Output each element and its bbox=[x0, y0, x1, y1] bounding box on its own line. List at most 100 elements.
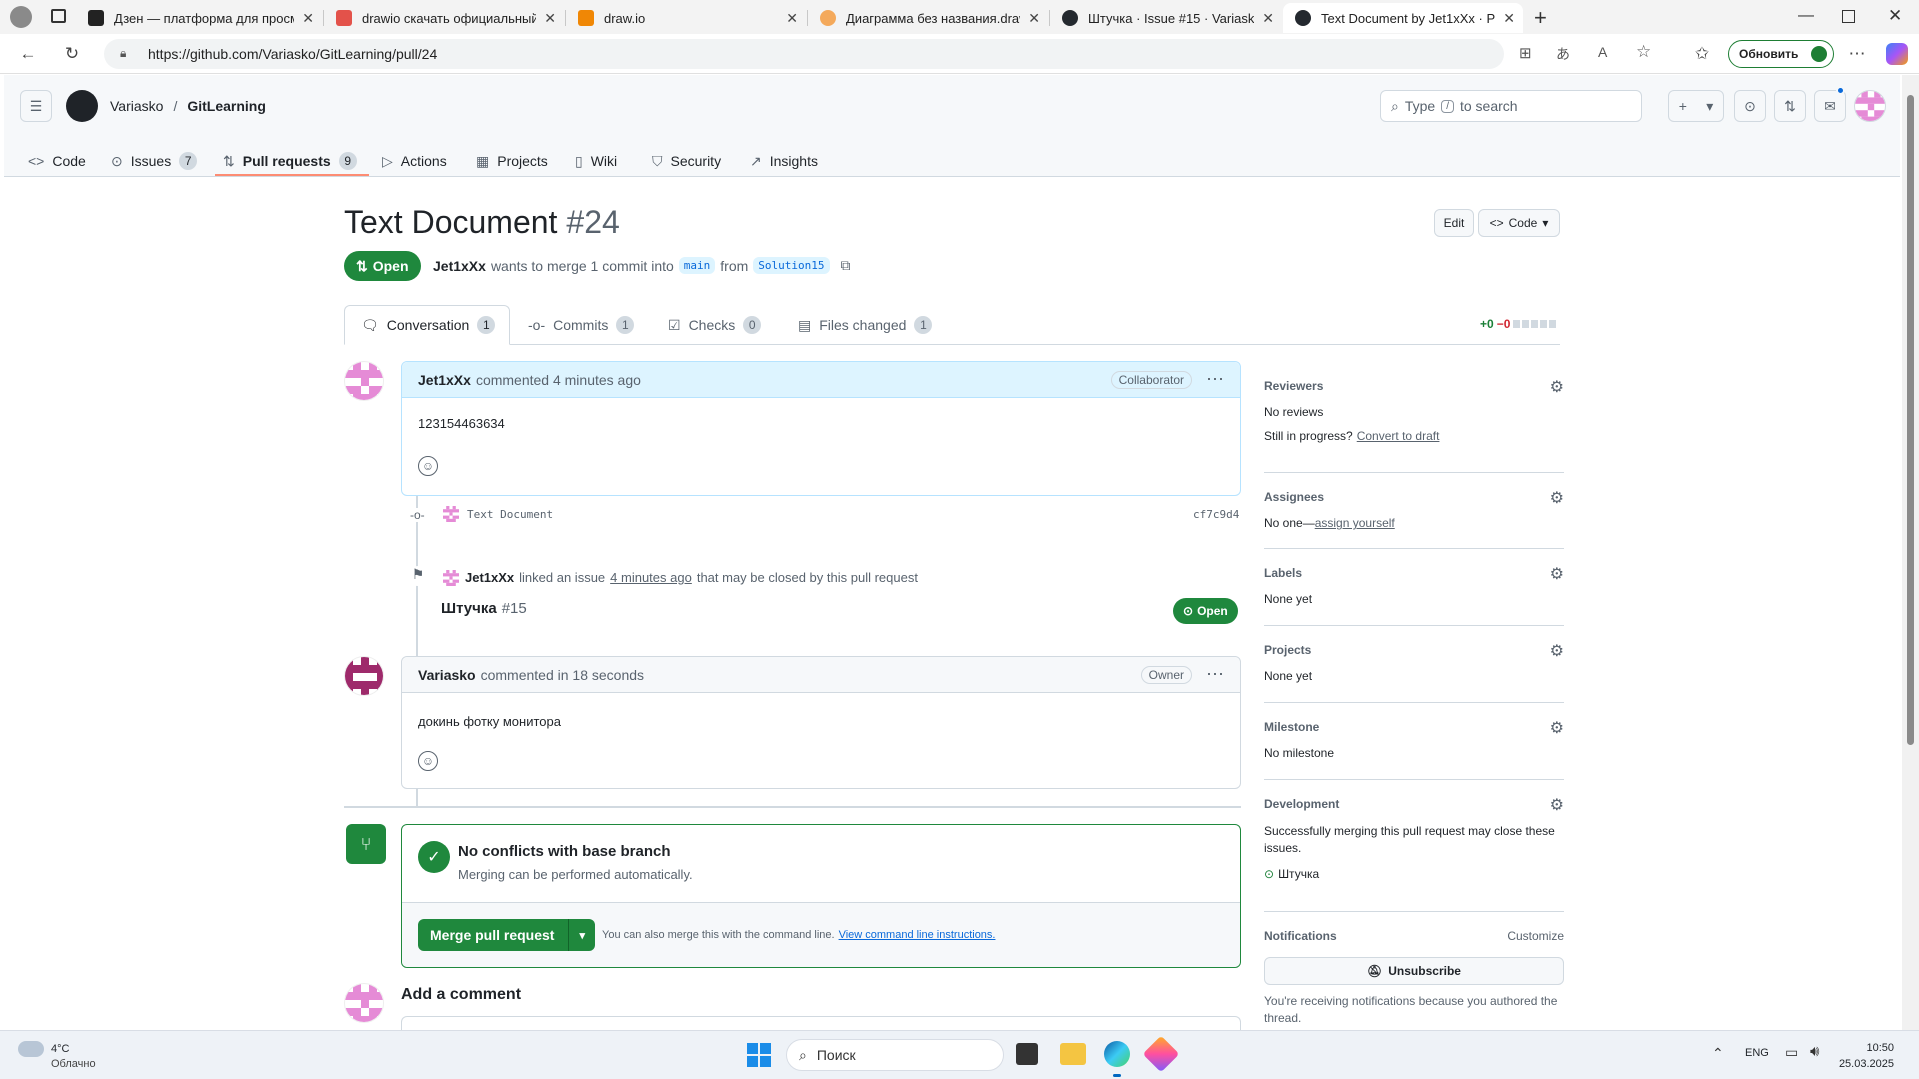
browser-tab[interactable]: Диаграмма без названия.drawio ✕ bbox=[808, 3, 1048, 33]
triangle-down-icon[interactable]: ▾ bbox=[568, 919, 595, 951]
comment-author-link[interactable]: Variasko bbox=[418, 667, 476, 683]
comment-timestamp[interactable]: commented in 18 seconds bbox=[481, 667, 644, 683]
assign-yourself-link[interactable]: assign yourself bbox=[1315, 516, 1395, 530]
menu-hamburger-icon[interactable]: ☰ bbox=[20, 90, 52, 122]
app-available-icon[interactable]: ⊞ bbox=[1519, 44, 1532, 62]
update-browser-button[interactable]: Обновить bbox=[1728, 40, 1834, 68]
nav-tab-actions[interactable]: ▷ Actions bbox=[382, 145, 447, 177]
close-tab-icon[interactable]: ✕ bbox=[302, 10, 314, 27]
language-indicator[interactable]: ENG bbox=[1745, 1047, 1769, 1059]
tab-conversation[interactable]: 🗨︎ Conversation 1 bbox=[344, 305, 510, 345]
event-author-avatar[interactable] bbox=[443, 570, 459, 586]
minimize-icon[interactable]: — bbox=[1798, 7, 1814, 25]
scrollbar-thumb[interactable] bbox=[1907, 95, 1914, 745]
favorite-star-icon[interactable]: ☆ bbox=[1636, 42, 1651, 62]
repo-owner-link[interactable]: Variasko bbox=[110, 98, 163, 114]
close-window-icon[interactable]: ✕ bbox=[1888, 6, 1902, 26]
unsubscribe-button[interactable]: 🔕︎ Unsubscribe bbox=[1264, 957, 1564, 985]
close-tab-icon[interactable]: ✕ bbox=[1503, 10, 1515, 27]
weather-condition[interactable]: Облачно bbox=[51, 1058, 96, 1070]
gear-icon[interactable]: ⚙ bbox=[1550, 564, 1564, 584]
browser-tab[interactable]: Дзен — платформа для просмотра ✕ bbox=[76, 3, 322, 33]
nav-tab-projects[interactable]: ▦ Projects bbox=[476, 145, 548, 177]
nav-tab-insights[interactable]: ↗ Insights bbox=[750, 145, 818, 177]
linked-issue-title[interactable]: Штучка #15 bbox=[441, 600, 527, 617]
edit-title-button[interactable]: Edit bbox=[1434, 209, 1474, 237]
browser-tab[interactable]: draw.io ✕ bbox=[566, 3, 806, 33]
gear-icon[interactable]: ⚙ bbox=[1550, 377, 1564, 397]
tab-checks[interactable]: ☑ Checks 0 bbox=[668, 305, 762, 345]
weather-temperature[interactable]: 4°C bbox=[51, 1043, 69, 1055]
chevron-up-icon[interactable]: ⌃ bbox=[1712, 1045, 1724, 1062]
tab-actions-icon[interactable] bbox=[51, 9, 66, 23]
close-tab-icon[interactable]: ✕ bbox=[1262, 10, 1274, 27]
nav-tab-pull-requests[interactable]: ⇅ Pull requests 9 bbox=[223, 145, 357, 177]
settings-more-icon[interactable]: ⋯ bbox=[1845, 42, 1869, 66]
code-dropdown-button[interactable]: <> Code ▾ bbox=[1478, 209, 1560, 237]
page-scrollbar[interactable] bbox=[1902, 75, 1919, 1030]
avatar[interactable] bbox=[344, 983, 384, 1023]
base-branch[interactable]: main bbox=[678, 257, 716, 274]
github-logo-icon[interactable] bbox=[66, 90, 98, 122]
comment-timestamp[interactable]: commented 4 minutes ago bbox=[476, 372, 641, 388]
add-reaction-icon[interactable]: ☺ bbox=[418, 751, 438, 771]
commit-sha-link[interactable]: cf7c9d4 bbox=[1193, 508, 1239, 521]
volume-icon[interactable]: 🔊︎ bbox=[1810, 1043, 1819, 1060]
user-avatar[interactable] bbox=[1854, 90, 1886, 122]
profile-icon[interactable] bbox=[10, 6, 32, 28]
pull-requests-icon[interactable]: ⇅ bbox=[1774, 90, 1806, 122]
kebab-horizontal-icon[interactable]: ⋯ bbox=[1206, 664, 1224, 685]
browser-tab[interactable]: Штучка · Issue #15 · Variasko/GitLearnin… bbox=[1050, 3, 1282, 33]
app-diamond-icon[interactable] bbox=[1142, 1035, 1180, 1073]
edge-browser-icon[interactable] bbox=[1104, 1041, 1130, 1067]
file-explorer-icon[interactable] bbox=[1060, 1043, 1086, 1065]
copy-icon[interactable]: ⧉ bbox=[841, 257, 851, 274]
nav-tab-issues[interactable]: ⊙ Issues 7 bbox=[111, 145, 198, 177]
repo-name-link[interactable]: GitLearning bbox=[187, 98, 266, 114]
avatar[interactable] bbox=[344, 361, 384, 401]
address-bar[interactable]: 🔒︎ https://github.com/Variasko/GitLearni… bbox=[104, 39, 1651, 69]
browser-tab[interactable]: drawio скачать официальный сайт ✕ bbox=[324, 3, 564, 33]
head-branch[interactable]: Solution15 bbox=[753, 257, 830, 274]
clock-time[interactable]: 10:50 bbox=[1844, 1042, 1894, 1054]
comment-author-link[interactable]: Jet1xXx bbox=[418, 372, 471, 388]
avatar[interactable] bbox=[344, 656, 384, 696]
reload-icon[interactable]: ↻ bbox=[60, 42, 84, 66]
taskbar-search-input[interactable]: ⌕ Поиск bbox=[786, 1039, 1004, 1071]
add-reaction-icon[interactable]: ☺ bbox=[418, 456, 438, 476]
convert-to-draft-link[interactable]: Convert to draft bbox=[1357, 429, 1440, 443]
clock-date[interactable]: 25.03.2025 bbox=[1836, 1058, 1894, 1070]
pr-author-link[interactable]: Jet1xXx bbox=[433, 258, 486, 274]
site-info-icon[interactable]: 🔒︎ bbox=[120, 46, 126, 61]
read-aloud-icon[interactable]: A bbox=[1598, 44, 1607, 60]
comment-editor[interactable] bbox=[401, 1016, 1241, 1030]
translate-icon[interactable]: あ bbox=[1556, 44, 1570, 64]
nav-tab-security[interactable]: ⛉ Security bbox=[652, 145, 721, 177]
create-new-button[interactable]: + ▾ bbox=[1668, 90, 1724, 122]
browser-tab-active[interactable]: Text Document by Jet1xXx · Pull Request … bbox=[1283, 3, 1523, 33]
maximize-icon[interactable] bbox=[1842, 10, 1855, 23]
close-tab-icon[interactable]: ✕ bbox=[544, 10, 556, 27]
tab-files-changed[interactable]: ▤ Files changed 1 bbox=[798, 305, 933, 345]
close-tab-icon[interactable]: ✕ bbox=[786, 10, 798, 27]
merge-pull-request-button[interactable]: Merge pull request ▾ bbox=[418, 919, 595, 951]
favorites-icon[interactable]: ✩ bbox=[1690, 42, 1714, 66]
customize-notifications-link[interactable]: Customize bbox=[1507, 929, 1564, 943]
event-author-link[interactable]: Jet1xXx bbox=[465, 570, 514, 585]
task-view-icon[interactable] bbox=[1016, 1043, 1038, 1065]
back-icon[interactable]: ← bbox=[16, 42, 40, 66]
close-tab-icon[interactable]: ✕ bbox=[1028, 10, 1040, 27]
event-time-link[interactable]: 4 minutes ago bbox=[610, 570, 692, 585]
copilot-icon[interactable] bbox=[1886, 43, 1908, 65]
gear-icon[interactable]: ⚙ bbox=[1550, 641, 1564, 661]
gear-icon[interactable]: ⚙ bbox=[1550, 488, 1564, 508]
command-line-instructions-link[interactable]: View command line instructions. bbox=[839, 929, 996, 941]
issues-icon[interactable]: ⊙ bbox=[1734, 90, 1766, 122]
commit-message-link[interactable]: Text Document bbox=[467, 508, 553, 521]
kebab-horizontal-icon[interactable]: ⋯ bbox=[1206, 369, 1224, 390]
nav-tab-wiki[interactable]: ▯ Wiki bbox=[575, 145, 617, 177]
nav-tab-code[interactable]: <> Code bbox=[28, 145, 86, 177]
network-icon[interactable]: ▭ bbox=[1785, 1044, 1798, 1061]
commit-author-avatar[interactable] bbox=[443, 506, 459, 522]
gear-icon[interactable]: ⚙ bbox=[1550, 795, 1564, 815]
